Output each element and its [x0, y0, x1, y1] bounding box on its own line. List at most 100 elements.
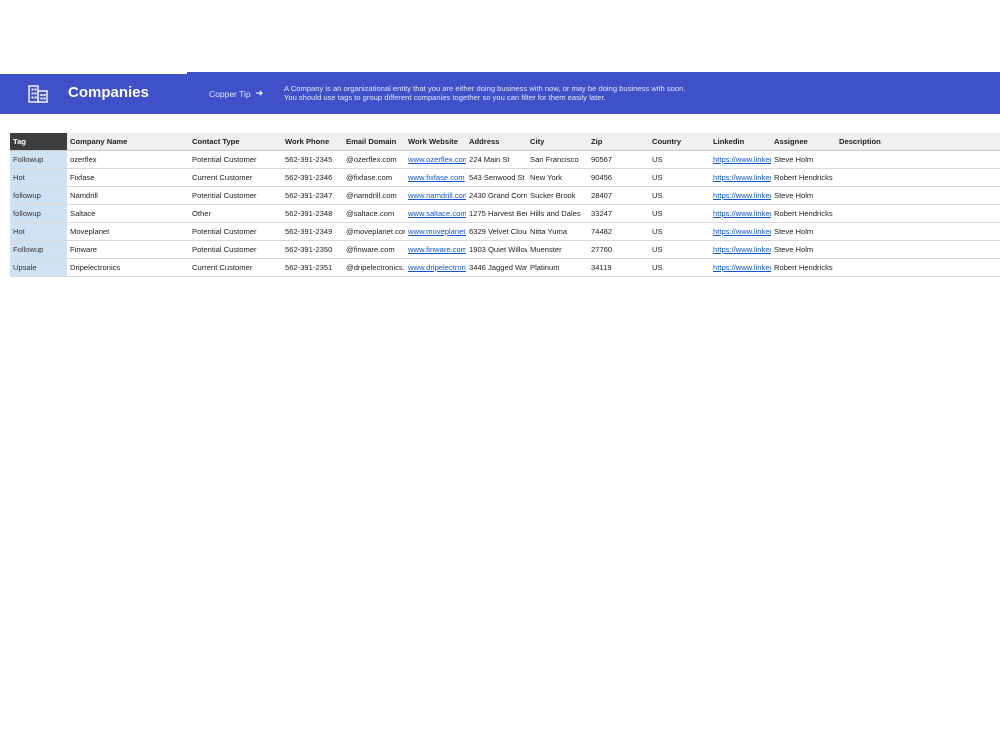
company-name-cell[interactable]: ozerflex — [67, 151, 189, 168]
tag-cell[interactable]: Upsale — [10, 259, 67, 276]
tag-cell[interactable]: Hot — [10, 169, 67, 186]
assignee-cell[interactable]: Steve Holm — [771, 223, 836, 240]
address-cell[interactable]: 224 Main St — [466, 151, 527, 168]
city-cell[interactable]: Platinum — [527, 259, 588, 276]
address-cell[interactable]: 2430 Grand Corn — [466, 187, 527, 204]
work-phone-cell[interactable]: 562-391-2346 — [282, 169, 343, 186]
tag-cell[interactable]: followup — [10, 205, 67, 222]
tag-cell[interactable]: Followup — [10, 151, 67, 168]
contact-type-cell[interactable]: Potential Customer — [189, 223, 282, 240]
column-header-description[interactable]: Description — [836, 133, 936, 150]
assignee-cell[interactable]: Robert Hendricks — [771, 205, 836, 222]
column-header-zip[interactable]: Zip — [588, 133, 649, 150]
column-header-contact-type[interactable]: Contact Type — [189, 133, 282, 150]
country-cell[interactable]: US — [649, 259, 710, 276]
company-name-cell[interactable]: Fixfase — [67, 169, 189, 186]
column-header-assignee[interactable]: Assignee — [771, 133, 836, 150]
tag-cell[interactable]: followup — [10, 187, 67, 204]
work-website-link[interactable]: www.finware.com — [405, 241, 466, 258]
assignee-cell[interactable]: Steve Holm — [771, 151, 836, 168]
linkedin-link[interactable]: https://www.linkedin.com — [710, 205, 771, 222]
tag-cell[interactable]: Hot — [10, 223, 67, 240]
column-header-linkedin[interactable]: Linkedin — [710, 133, 771, 150]
work-website-link[interactable]: www.dripelectronics.com — [405, 259, 466, 276]
assignee-cell[interactable]: Robert Hendricks — [771, 169, 836, 186]
work-phone-cell[interactable]: 562-391-2345 — [282, 151, 343, 168]
address-cell[interactable]: 6329 Velvet Cloud — [466, 223, 527, 240]
zip-cell[interactable]: 90567 — [588, 151, 649, 168]
description-cell[interactable] — [836, 187, 936, 204]
contact-type-cell[interactable]: Potential Customer — [189, 187, 282, 204]
email-domain-cell[interactable]: @namdrill.com — [343, 187, 405, 204]
contact-type-cell[interactable]: Potential Customer — [189, 241, 282, 258]
description-cell[interactable] — [836, 241, 936, 258]
column-header-work-website[interactable]: Work Website — [405, 133, 466, 150]
work-phone-cell[interactable]: 562-391-2348 — [282, 205, 343, 222]
country-cell[interactable]: US — [649, 241, 710, 258]
assignee-cell[interactable]: Robert Hendricks — [771, 259, 836, 276]
work-website-link[interactable]: www.moveplanet.com — [405, 223, 466, 240]
description-cell[interactable] — [836, 169, 936, 186]
copper-tip-button[interactable]: Copper Tip ➜ — [209, 88, 263, 99]
work-phone-cell[interactable]: 562-391-2351 — [282, 259, 343, 276]
address-cell[interactable]: 1275 Harvest Bend — [466, 205, 527, 222]
country-cell[interactable]: US — [649, 169, 710, 186]
country-cell[interactable]: US — [649, 187, 710, 204]
address-cell[interactable]: 3446 Jagged Way — [466, 259, 527, 276]
city-cell[interactable]: Muenster — [527, 241, 588, 258]
contact-type-cell[interactable]: Other — [189, 205, 282, 222]
company-name-cell[interactable]: Moveplanet — [67, 223, 189, 240]
contact-type-cell[interactable]: Potential Customer — [189, 151, 282, 168]
email-domain-cell[interactable]: @dripelectronics.com — [343, 259, 405, 276]
city-cell[interactable]: San Francisco — [527, 151, 588, 168]
tag-cell[interactable]: Followup — [10, 241, 67, 258]
country-cell[interactable]: US — [649, 223, 710, 240]
linkedin-link[interactable]: https://www.linkedin.com — [710, 259, 771, 276]
column-header-city[interactable]: City — [527, 133, 588, 150]
linkedin-link[interactable]: https://www.linkedin.com — [710, 169, 771, 186]
zip-cell[interactable]: 90456 — [588, 169, 649, 186]
column-header-company-name[interactable]: Company Name — [67, 133, 189, 150]
linkedin-link[interactable]: https://www.linkedin.com — [710, 241, 771, 258]
work-phone-cell[interactable]: 562-391-2350 — [282, 241, 343, 258]
address-cell[interactable]: 1903 Quiet Willow — [466, 241, 527, 258]
company-name-cell[interactable]: Dripelectronics — [67, 259, 189, 276]
column-header-country[interactable]: Country — [649, 133, 710, 150]
column-header-address[interactable]: Address — [466, 133, 527, 150]
column-header-email-domain[interactable]: Email Domain — [343, 133, 405, 150]
email-domain-cell[interactable]: @fixfase.com — [343, 169, 405, 186]
country-cell[interactable]: US — [649, 205, 710, 222]
zip-cell[interactable]: 34119 — [588, 259, 649, 276]
description-cell[interactable] — [836, 151, 936, 168]
assignee-cell[interactable]: Steve Holm — [771, 187, 836, 204]
column-header-work-phone[interactable]: Work Phone — [282, 133, 343, 150]
email-domain-cell[interactable]: @ozerflex.com — [343, 151, 405, 168]
zip-cell[interactable]: 28407 — [588, 187, 649, 204]
email-domain-cell[interactable]: @finware.com — [343, 241, 405, 258]
city-cell[interactable]: Sucker Brook — [527, 187, 588, 204]
company-name-cell[interactable]: Saltace — [67, 205, 189, 222]
linkedin-link[interactable]: https://www.linkedin.com — [710, 223, 771, 240]
email-domain-cell[interactable]: @saltace.com — [343, 205, 405, 222]
work-website-link[interactable]: www.ozerflex.com — [405, 151, 466, 168]
work-website-link[interactable]: www.saltace.com — [405, 205, 466, 222]
country-cell[interactable]: US — [649, 151, 710, 168]
city-cell[interactable]: New York — [527, 169, 588, 186]
company-name-cell[interactable]: Finware — [67, 241, 189, 258]
company-name-cell[interactable]: Namdrill — [67, 187, 189, 204]
work-website-link[interactable]: www.namdrill.com — [405, 187, 466, 204]
city-cell[interactable]: Hills and Dales — [527, 205, 588, 222]
email-domain-cell[interactable]: @moveplanet.com — [343, 223, 405, 240]
linkedin-link[interactable]: https://www.linkedin.com — [710, 151, 771, 168]
description-cell[interactable] — [836, 223, 936, 240]
work-phone-cell[interactable]: 562-391-2347 — [282, 187, 343, 204]
work-website-link[interactable]: www.fixfase.com — [405, 169, 466, 186]
work-phone-cell[interactable]: 562-391-2349 — [282, 223, 343, 240]
description-cell[interactable] — [836, 259, 936, 276]
column-header-tag[interactable]: Tag — [10, 133, 67, 150]
contact-type-cell[interactable]: Current Customer — [189, 259, 282, 276]
address-cell[interactable]: 543 Senwood St — [466, 169, 527, 186]
zip-cell[interactable]: 74482 — [588, 223, 649, 240]
linkedin-link[interactable]: https://www.linkedin.com — [710, 187, 771, 204]
zip-cell[interactable]: 27760 — [588, 241, 649, 258]
